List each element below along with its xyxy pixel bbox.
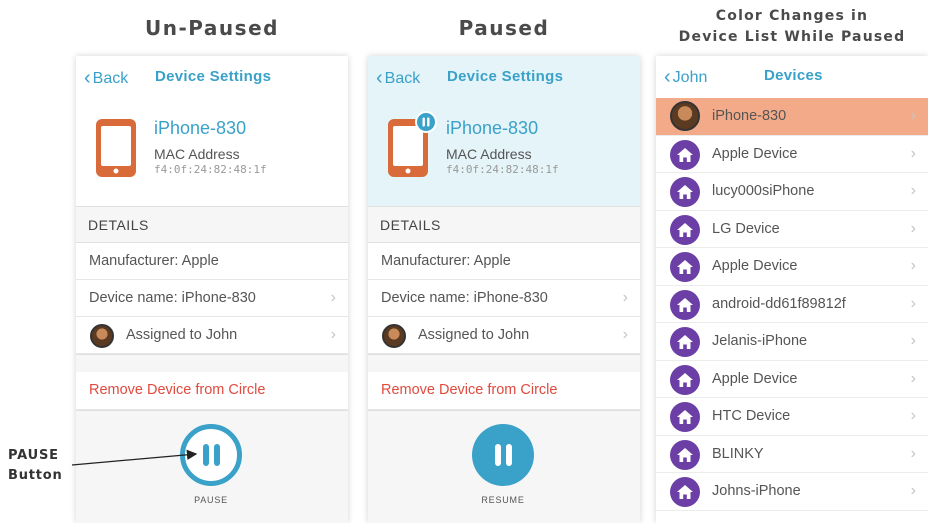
annotation-arrow: [71, 449, 198, 466]
